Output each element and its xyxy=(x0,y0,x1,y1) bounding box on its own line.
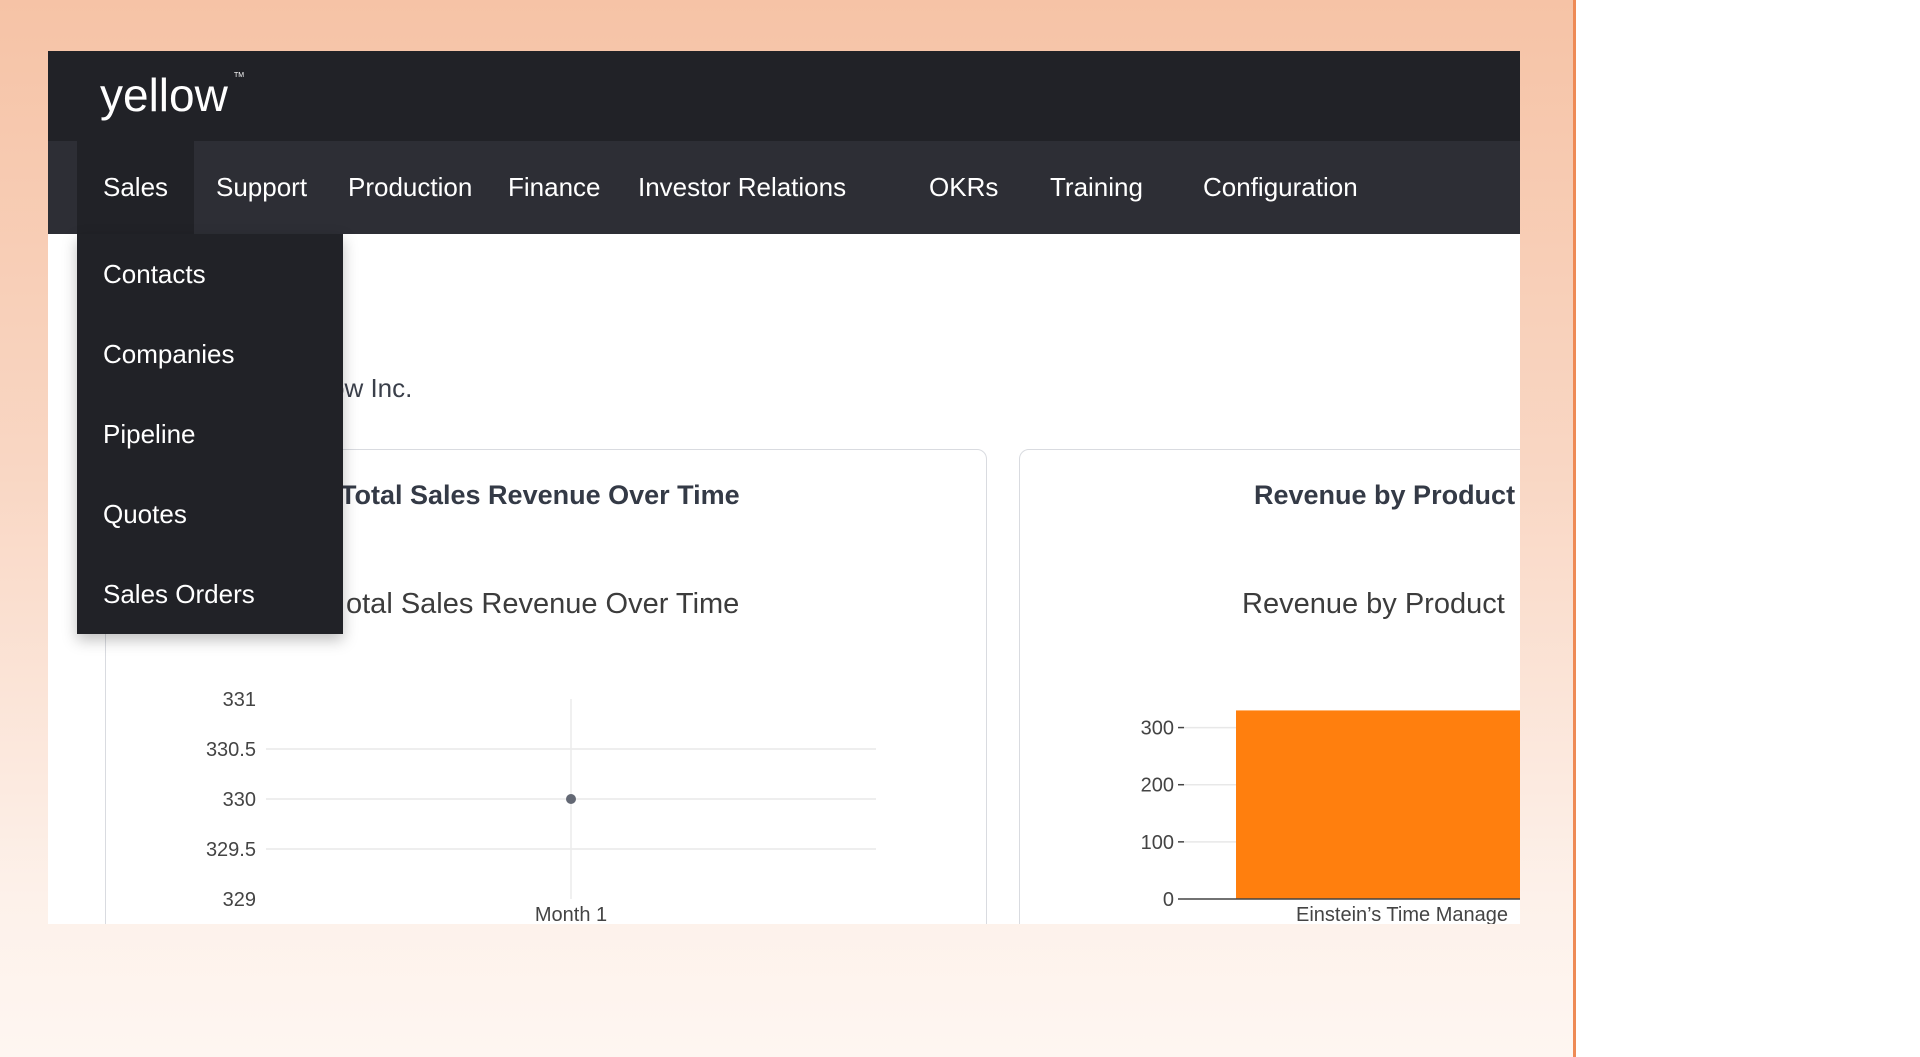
menu-item-contacts[interactable]: Contacts xyxy=(103,259,206,290)
y-tick-label: 329 xyxy=(223,889,256,911)
nav-configuration[interactable]: Configuration xyxy=(1177,141,1384,234)
yellow-logo[interactable]: yellow TM xyxy=(100,65,250,127)
y-tick-label: 330 xyxy=(223,789,256,811)
revenue-by-product-chart: 300 200 100 0 Einstein’s Time Manage xyxy=(1141,710,1520,924)
top-bar: yellow TM xyxy=(48,51,1520,141)
y-tick-label: 300 xyxy=(1141,718,1174,740)
logo-trademark: TM xyxy=(234,72,244,79)
bar xyxy=(1236,710,1520,899)
menu-item-quotes[interactable]: Quotes xyxy=(103,499,187,530)
x-tick-label: Month 1 xyxy=(535,904,607,924)
menu-item-pipeline[interactable]: Pipeline xyxy=(103,419,196,450)
nav-production[interactable]: Production xyxy=(322,141,498,234)
chart-card-revenue-by-product: Revenue by Product Revenue by Product 30… xyxy=(1019,449,1520,924)
nav-investor-relations[interactable]: Investor Relations xyxy=(612,141,872,234)
nav-finance[interactable]: Finance xyxy=(482,141,627,234)
y-tick-label: 329.5 xyxy=(206,839,256,861)
nav-support[interactable]: Support xyxy=(190,141,333,234)
y-tick-label: 0 xyxy=(1163,889,1174,911)
menu-item-sales-orders[interactable]: Sales Orders xyxy=(103,579,255,610)
menu-item-companies[interactable]: Companies xyxy=(103,339,235,370)
y-tick-label: 330.5 xyxy=(206,739,256,761)
y-tick-label: 100 xyxy=(1141,832,1174,854)
nav-training[interactable]: Training xyxy=(1024,141,1169,234)
data-point xyxy=(566,794,576,804)
y-tick-label: 200 xyxy=(1141,775,1174,797)
sales-dropdown-menu: Contacts Companies Pipeline Quotes Sales… xyxy=(77,234,343,634)
main-nav: Sales Support Production Finance Investo… xyxy=(48,141,1520,234)
x-tick-label: Einstein’s Time Manage xyxy=(1296,904,1508,924)
nav-sales[interactable]: Sales xyxy=(77,141,195,234)
logo-text: yellow xyxy=(100,69,229,121)
y-tick-label: 331 xyxy=(223,689,256,711)
app-window: yellow TM Sales Support Production Finan… xyxy=(48,51,1520,924)
nav-okrs[interactable]: OKRs xyxy=(903,141,1024,234)
